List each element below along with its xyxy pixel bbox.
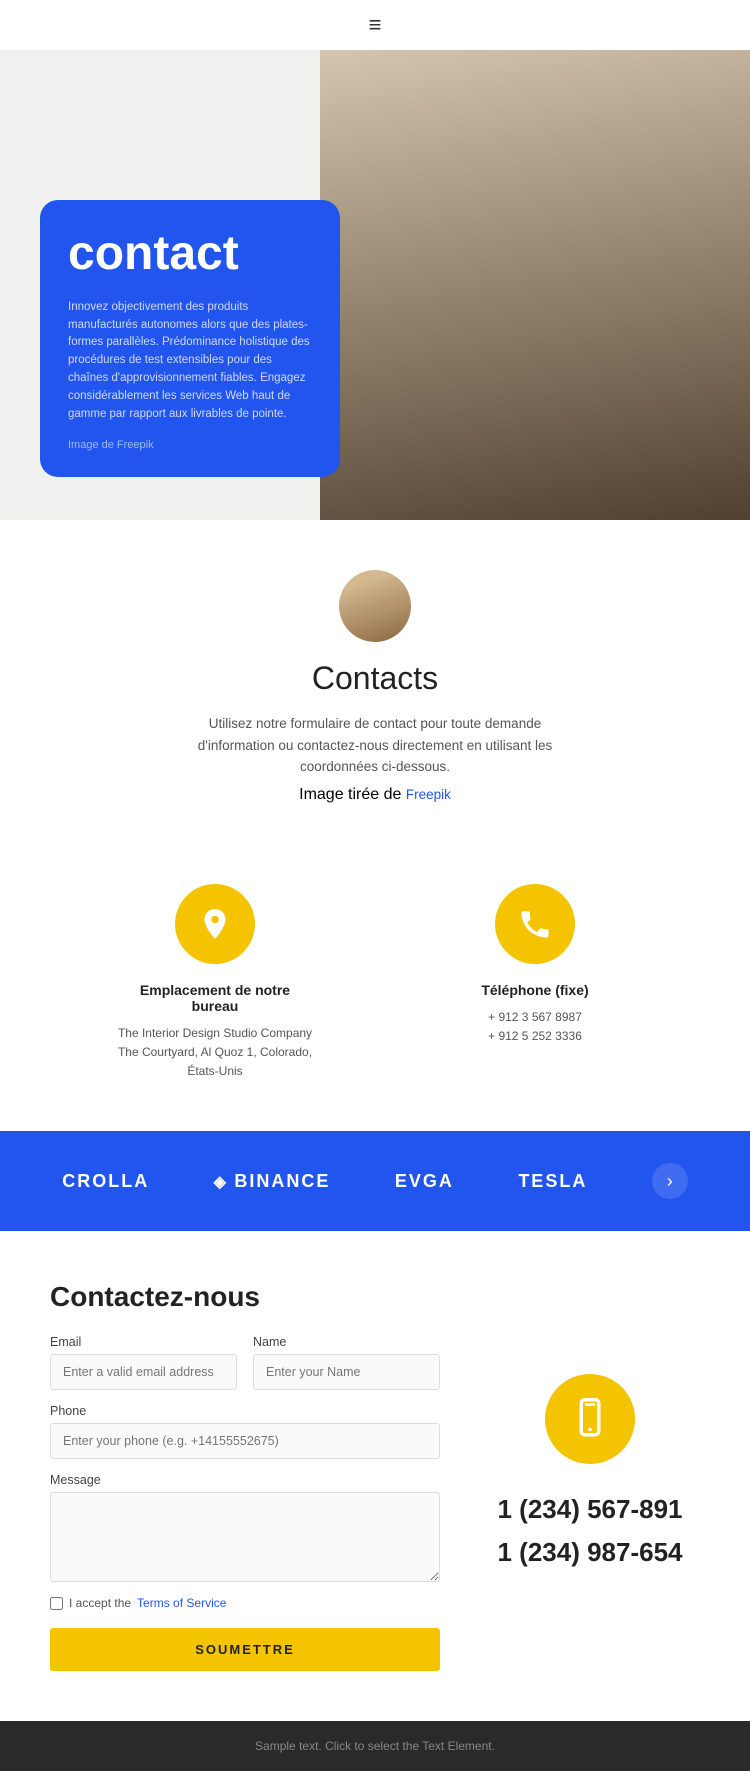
contacts-description: Utilisez notre formulaire de contact pou… (175, 713, 575, 778)
phone-group: Phone (50, 1404, 440, 1459)
contacts-title: Contacts (20, 660, 730, 697)
location-line1: The Interior Design Studio Company (115, 1024, 315, 1043)
brand-tesla: TESLA (518, 1171, 587, 1192)
phone-input[interactable] (50, 1423, 440, 1459)
phone-side-icon-circle (545, 1374, 635, 1464)
message-group: Message (50, 1473, 440, 1582)
terms-link[interactable]: Terms of Service (137, 1596, 226, 1610)
email-label: Email (50, 1335, 237, 1349)
email-group: Email (50, 1335, 237, 1390)
phone-number-2: 1 (234) 987-654 (497, 1535, 682, 1570)
hero-photo-bg (320, 50, 750, 520)
brands-next-button[interactable]: › (652, 1163, 688, 1199)
email-input[interactable] (50, 1354, 237, 1390)
hero-photo (320, 50, 750, 520)
form-title: Contactez-nous (50, 1281, 440, 1313)
hero-image-credit: Image de Freepik (68, 439, 154, 451)
footer: Sample text. Click to select the Text El… (0, 1721, 750, 1771)
avatar (339, 570, 411, 642)
terms-text: I accept the (69, 1596, 131, 1610)
phone-side: 1 (234) 567-891 1 (234) 987-654 (480, 1281, 700, 1671)
phone-line2: + 912 5 252 3336 (435, 1027, 635, 1046)
phone-line1: + 912 3 567 8987 (435, 1008, 635, 1027)
location-card: Emplacement de notre bureau The Interior… (115, 884, 315, 1082)
brand-crolla: CROLLA (62, 1171, 149, 1192)
phone-title: Téléphone (fixe) (435, 982, 635, 998)
hero-section: contact Innovez objectivement des produi… (0, 50, 750, 520)
phone-number-1: 1 (234) 567-891 (497, 1492, 682, 1527)
location-line2: The Courtyard, Al Quoz 1, Colorado, État… (115, 1043, 315, 1081)
brand-evga: EVGA (395, 1171, 454, 1192)
hamburger-icon[interactable]: ≡ (369, 12, 382, 38)
contacts-image-credit: Image tirée de Freepik (20, 786, 730, 804)
terms-row: I accept the Terms of Service (50, 1596, 440, 1610)
hero-title: contact (68, 228, 312, 281)
icon-cards: Emplacement de notre bureau The Interior… (0, 844, 750, 1132)
submit-button[interactable]: SOUMETTRE (50, 1628, 440, 1671)
phone-card: Téléphone (fixe) + 912 3 567 8987 + 912 … (435, 884, 635, 1082)
message-label: Message (50, 1473, 440, 1487)
brand-binance: BINANCE (214, 1171, 331, 1192)
terms-checkbox[interactable] (50, 1597, 63, 1610)
hero-card: contact Innovez objectivement des produi… (40, 200, 340, 477)
location-title: Emplacement de notre bureau (115, 982, 315, 1014)
phone-icon-circle (495, 884, 575, 964)
contact-form-section: Contactez-nous Email Name Phone Message … (0, 1231, 750, 1721)
brands-banner: CROLLA BINANCE EVGA TESLA › (0, 1131, 750, 1231)
footer-text: Sample text. Click to select the Text El… (255, 1739, 495, 1753)
location-icon (197, 906, 233, 942)
avatar-image (339, 570, 411, 642)
message-textarea[interactable] (50, 1492, 440, 1582)
form-side: Contactez-nous Email Name Phone Message … (50, 1281, 440, 1671)
phone-icon (517, 906, 553, 942)
hero-description: Innovez objectivement des produits manuf… (68, 299, 312, 424)
phone-side-icon (569, 1398, 611, 1440)
freepik-link[interactable]: Freepik (406, 787, 451, 802)
form-row-email-name: Email Name (50, 1335, 440, 1390)
name-input[interactable] (253, 1354, 440, 1390)
contacts-section: Contacts Utilisez notre formulaire de co… (0, 520, 750, 844)
location-icon-circle (175, 884, 255, 964)
navigation: ≡ (0, 0, 750, 50)
name-label: Name (253, 1335, 440, 1349)
name-group: Name (253, 1335, 440, 1390)
phone-label: Phone (50, 1404, 440, 1418)
